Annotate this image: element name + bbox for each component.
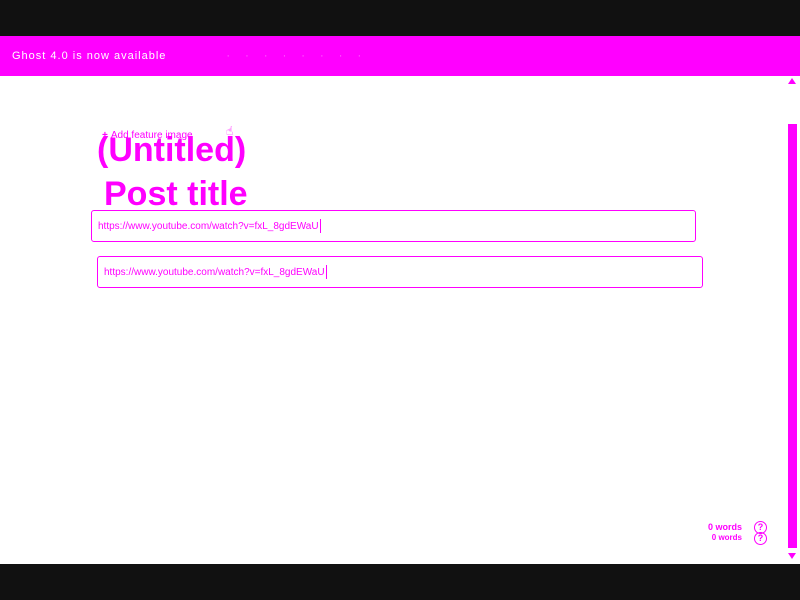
scroll-up-arrow-icon[interactable] [788, 78, 796, 84]
embed-url-input-2[interactable]: https://www.youtube.com/watch?v=fxL_8gdE… [97, 256, 703, 288]
text-caret [319, 219, 321, 233]
update-banner[interactable]: Ghost 4.0 is now available · · · · · · ·… [0, 36, 800, 76]
embed-url-value-2: https://www.youtube.com/watch?v=fxL_8gdE… [104, 266, 325, 278]
post-editor: + Add feature image ☝ (Untitled) Post ti… [0, 76, 800, 564]
scrollbar-thumb[interactable] [788, 124, 797, 548]
update-banner-faint-text: · · · · · · · · [226, 50, 368, 62]
update-banner-text: Ghost 4.0 is now available [12, 50, 167, 62]
post-title-input[interactable]: Post title [104, 174, 248, 214]
word-count-secondary: 0 words [711, 533, 742, 542]
embed-url-value-1: https://www.youtube.com/watch?v=fxL_8gdE… [98, 220, 319, 232]
scroll-down-arrow-icon[interactable] [788, 553, 796, 559]
word-count: 0 words [707, 522, 742, 532]
window-bottom-bar [0, 564, 800, 600]
text-caret [325, 265, 327, 279]
editor-scrollbar[interactable] [786, 76, 800, 564]
help-icon-secondary[interactable]: ? [754, 532, 767, 545]
post-title-value[interactable]: (Untitled) [97, 130, 246, 170]
window-top-bar [0, 0, 800, 36]
embed-url-input-1[interactable]: https://www.youtube.com/watch?v=fxL_8gdE… [91, 210, 696, 242]
